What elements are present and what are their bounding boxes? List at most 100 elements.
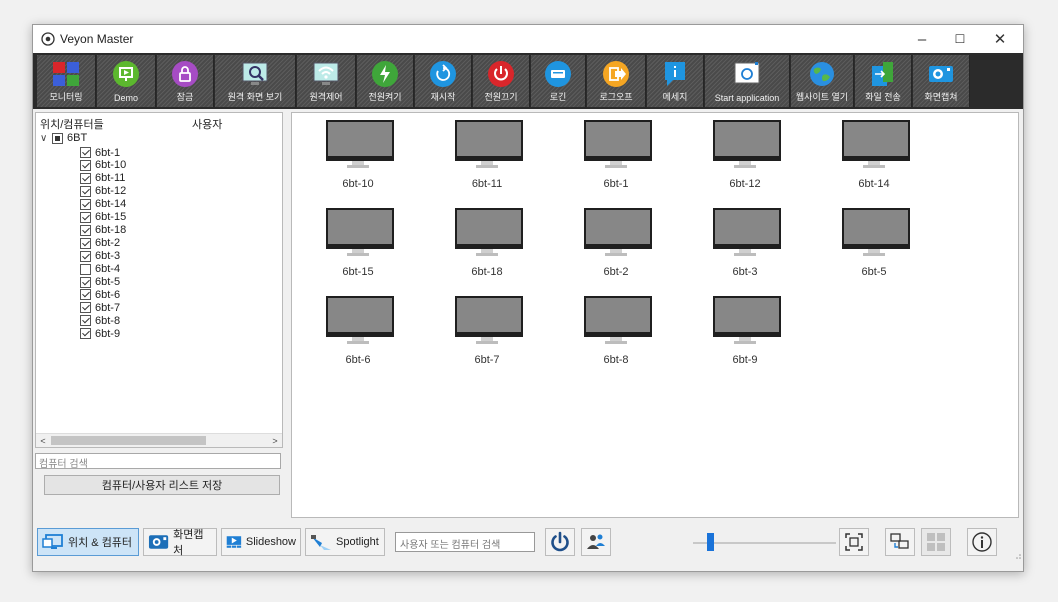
- toolbar-button-demo[interactable]: Demo: [97, 55, 156, 107]
- computer-checkbox[interactable]: [80, 328, 91, 340]
- resize-grip-icon[interactable]: [1013, 551, 1021, 559]
- toolbar-button-monitoring[interactable]: 모니터링: [37, 55, 96, 107]
- computer-tile[interactable]: 6bt-2: [580, 204, 652, 286]
- tree-item-6bt-18[interactable]: 6bt-18: [80, 224, 126, 237]
- tree-item-6bt-2[interactable]: 6bt-2: [80, 237, 120, 250]
- computer-tile[interactable]: 6bt-7: [451, 292, 523, 374]
- monitor-icon[interactable]: [584, 120, 652, 161]
- monitor-icon[interactable]: [713, 208, 781, 249]
- horizontal-scrollbar[interactable]: < >: [36, 433, 282, 447]
- toolbar-button-login[interactable]: 로긴: [531, 55, 586, 107]
- toolbar-button-remote-view[interactable]: 원격 화면 보기: [215, 55, 296, 107]
- toolbar-button-remote-control[interactable]: 원격제어: [297, 55, 356, 107]
- computer-tile[interactable]: 6bt-3: [709, 204, 781, 286]
- location-computers-button[interactable]: 위치 & 컴퓨터: [37, 528, 139, 556]
- monitor-icon[interactable]: [842, 120, 910, 161]
- computer-checkbox[interactable]: [80, 263, 91, 275]
- tree-item-6bt-12[interactable]: 6bt-12: [80, 185, 126, 198]
- monitor-icon[interactable]: [584, 296, 652, 337]
- root-checkbox[interactable]: [52, 132, 63, 144]
- computer-checkbox[interactable]: [80, 237, 91, 249]
- computer-search-input[interactable]: 컴퓨터 검색: [35, 453, 281, 470]
- monitor-icon[interactable]: [842, 208, 910, 249]
- tree-item-6bt-4[interactable]: 6bt-4: [80, 263, 120, 276]
- close-button[interactable]: ✕: [981, 25, 1019, 53]
- scroll-left-icon[interactable]: <: [36, 434, 50, 447]
- computer-checkbox[interactable]: [80, 211, 91, 223]
- monitor-icon[interactable]: [713, 120, 781, 161]
- toolbar-button-power-on[interactable]: 전원켜기: [357, 55, 414, 107]
- tree-item-6bt-11[interactable]: 6bt-11: [80, 172, 125, 185]
- computer-checkbox[interactable]: [80, 250, 91, 262]
- monitor-icon[interactable]: [713, 296, 781, 337]
- monitor-icon[interactable]: [326, 296, 394, 337]
- tree-header-location[interactable]: 위치/컴퓨터들: [40, 116, 104, 132]
- toolbar-button-message[interactable]: 메세지: [647, 55, 704, 107]
- computer-checkbox[interactable]: [80, 289, 91, 301]
- user-computer-search-input[interactable]: 사용자 또는 컴퓨터 검색: [395, 532, 535, 552]
- scrollbar-thumb[interactable]: [51, 436, 206, 445]
- computer-tile[interactable]: 6bt-15: [322, 204, 394, 286]
- minimize-button[interactable]: –: [903, 25, 941, 53]
- maximize-button[interactable]: ☐: [941, 25, 979, 53]
- tree-item-6bt-7[interactable]: 6bt-7: [80, 301, 120, 314]
- tree-item-6bt-1[interactable]: 6bt-1: [80, 146, 120, 159]
- toolbar-button-logoff[interactable]: 로그오프: [587, 55, 646, 107]
- toolbar-button-reboot[interactable]: 재시작: [415, 55, 472, 107]
- toolbar-button-lock[interactable]: 잠금: [157, 55, 214, 107]
- tree-item-6bt-9[interactable]: 6bt-9: [80, 327, 120, 340]
- toolbar-button-file-transfer[interactable]: 화일 전송: [855, 55, 912, 107]
- power-filter-button[interactable]: [545, 528, 575, 556]
- slideshow-button[interactable]: Slideshow: [221, 528, 301, 556]
- computer-checkbox[interactable]: [80, 198, 91, 210]
- computer-checkbox[interactable]: [80, 315, 91, 327]
- chevron-down-icon[interactable]: ∨: [40, 133, 52, 144]
- computer-tile[interactable]: 6bt-12: [709, 116, 781, 198]
- computer-tile[interactable]: 6bt-1: [580, 116, 652, 198]
- computer-checkbox[interactable]: [80, 276, 91, 288]
- tree-item-6bt-15[interactable]: 6bt-15: [80, 211, 126, 224]
- monitor-icon[interactable]: [584, 208, 652, 249]
- computer-tile[interactable]: 6bt-14: [838, 116, 910, 198]
- grid-layout-button[interactable]: [921, 528, 951, 556]
- tree-item-6bt-10[interactable]: 6bt-10: [80, 159, 126, 172]
- monitor-icon[interactable]: [455, 208, 523, 249]
- screenshot-panel-button[interactable]: 화면캡처: [143, 528, 217, 557]
- computer-tile[interactable]: 6bt-18: [451, 204, 523, 286]
- monitor-icon[interactable]: [326, 120, 394, 161]
- toolbar-button-start-application[interactable]: Start application: [705, 55, 790, 107]
- toolbar-button-screenshot[interactable]: 화면캡쳐: [913, 55, 970, 107]
- computer-tile[interactable]: 6bt-11: [451, 116, 523, 198]
- computer-tile[interactable]: 6bt-5: [838, 204, 910, 286]
- monitor-icon[interactable]: [455, 120, 523, 161]
- tree-root-6bt[interactable]: ∨ 6BT: [40, 132, 87, 144]
- computer-checkbox[interactable]: [80, 159, 91, 171]
- toolbar-button-power-off[interactable]: 전원끄기: [473, 55, 530, 107]
- tree-item-6bt-14[interactable]: 6bt-14: [80, 198, 126, 211]
- monitor-icon[interactable]: [326, 208, 394, 249]
- toolbar-button-open-website[interactable]: 웹사이트 열기: [791, 55, 854, 107]
- about-button[interactable]: [967, 528, 997, 556]
- tree-item-6bt-6[interactable]: 6bt-6: [80, 288, 120, 301]
- computer-checkbox[interactable]: [80, 185, 91, 197]
- tree-item-6bt-3[interactable]: 6bt-3: [80, 250, 120, 263]
- monitor-icon[interactable]: [455, 296, 523, 337]
- tree-item-6bt-5[interactable]: 6bt-5: [80, 276, 120, 289]
- computer-tile[interactable]: 6bt-9: [709, 292, 781, 374]
- computer-checkbox[interactable]: [80, 172, 91, 184]
- auto-fit-button[interactable]: [839, 528, 869, 556]
- scroll-right-icon[interactable]: >: [268, 434, 282, 447]
- spotlight-button[interactable]: Spotlight: [305, 528, 385, 556]
- zoom-slider-thumb[interactable]: [707, 533, 715, 551]
- computer-checkbox[interactable]: [80, 147, 91, 158]
- computer-tile[interactable]: 6bt-10: [322, 116, 394, 198]
- computer-tile[interactable]: 6bt-8: [580, 292, 652, 374]
- computer-checkbox[interactable]: [80, 224, 91, 236]
- tree-item-6bt-8[interactable]: 6bt-8: [80, 314, 120, 327]
- custom-arrangement-button[interactable]: [885, 528, 915, 556]
- computer-checkbox[interactable]: [80, 302, 91, 314]
- zoom-slider-track[interactable]: [693, 542, 836, 544]
- computer-tile[interactable]: 6bt-6: [322, 292, 394, 374]
- tree-header-user[interactable]: 사용자: [192, 116, 222, 132]
- logged-users-filter-button[interactable]: [581, 528, 611, 556]
